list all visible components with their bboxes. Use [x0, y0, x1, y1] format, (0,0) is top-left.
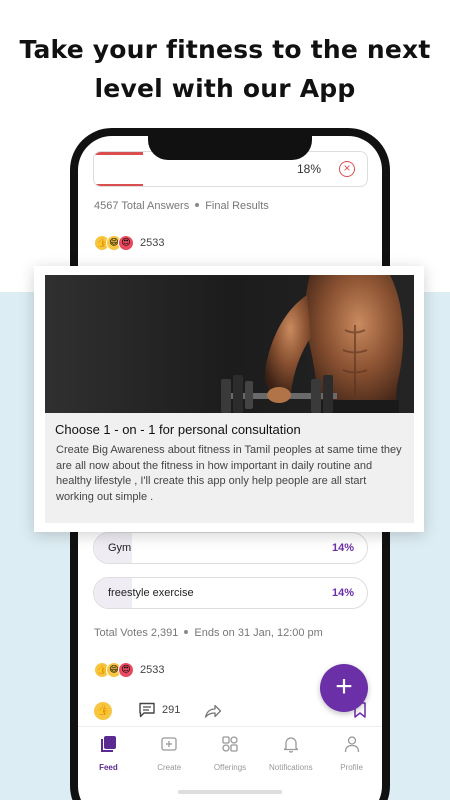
poll-fill	[94, 152, 144, 155]
poll-percent: 18%	[296, 162, 321, 176]
separator-dot	[195, 203, 200, 208]
results-label: Final Results	[205, 200, 269, 212]
card-info: Choose 1 - on - 1 for personal consultat…	[45, 413, 414, 523]
reactions-summary-bottom[interactable]: 👍 😄 😍 2533	[94, 662, 164, 678]
home-indicator	[178, 790, 282, 794]
total-votes: Total Votes 2,391	[94, 627, 179, 639]
close-circle-icon[interactable]: ×	[339, 161, 355, 177]
offerings-icon	[222, 736, 238, 752]
poll-fill-bottom	[94, 184, 144, 186]
tab-notifications[interactable]: Notifications	[260, 727, 321, 782]
tab-offerings[interactable]: Offerings	[200, 727, 261, 782]
consultation-card[interactable]: Choose 1 - on - 1 for personal consultat…	[34, 266, 424, 532]
total-answers: 4567 Total Answers	[94, 200, 190, 212]
comment-count: 291	[162, 704, 181, 716]
card-description: Create Big Awareness about fitness in Ta…	[56, 444, 402, 503]
poll-option-freestyle[interactable]: freestyle exercise 14%	[93, 577, 368, 609]
reactions-summary[interactable]: 👍 😄 😍 2533	[94, 235, 164, 251]
poll-option-gym[interactable]: Gym 14%	[93, 532, 368, 564]
feed-icon	[101, 736, 117, 752]
tab-label: Create	[157, 763, 182, 772]
heart-eyes-icon: 😍	[118, 235, 134, 251]
tab-feed[interactable]: Feed	[78, 727, 139, 782]
poll-meta: 4567 Total Answers Final Results	[94, 200, 269, 212]
like-icon[interactable]: 👍	[94, 702, 112, 720]
profile-icon	[344, 736, 359, 753]
tab-label: Feed	[99, 763, 118, 772]
bottom-tab-bar: Feed Create Offerings Notifications Prof…	[78, 726, 382, 782]
separator-dot	[184, 630, 189, 635]
tab-create[interactable]: Create	[139, 727, 200, 782]
phone-notch	[148, 128, 312, 160]
tab-label: Notifications	[269, 763, 313, 772]
tab-profile[interactable]: Profile	[321, 727, 382, 782]
comment-icon[interactable]	[138, 702, 156, 718]
headline-line-2: level with our App	[94, 74, 356, 103]
muscular-man-with-dumbbell-image	[45, 275, 414, 413]
vote-meta: Total Votes 2,391 Ends on 31 Jan, 12:00 p…	[94, 627, 323, 639]
option-percent: 14%	[331, 587, 354, 599]
ends-on: Ends on 31 Jan, 12:00 pm	[194, 627, 323, 639]
tab-label: Offerings	[213, 763, 247, 772]
bell-icon	[283, 737, 298, 753]
headline-line-1: Take your fitness to the next	[19, 35, 431, 64]
fitness-photo	[45, 275, 414, 413]
option-percent: 14%	[331, 542, 354, 554]
create-icon	[161, 737, 177, 751]
option-label: freestyle exercise	[108, 587, 194, 599]
reaction-count: 2533	[140, 664, 165, 676]
headline: Take your fitness to the next level with…	[0, 30, 450, 108]
option-label: Gym	[108, 542, 132, 554]
card-title: Choose 1 - on - 1 for personal consultat…	[55, 422, 301, 437]
tab-label: Profile	[340, 763, 363, 772]
add-button[interactable]: +	[320, 664, 368, 712]
share-icon[interactable]	[204, 703, 222, 719]
heart-eyes-icon: 😍	[118, 662, 134, 678]
reaction-count: 2533	[140, 237, 165, 249]
